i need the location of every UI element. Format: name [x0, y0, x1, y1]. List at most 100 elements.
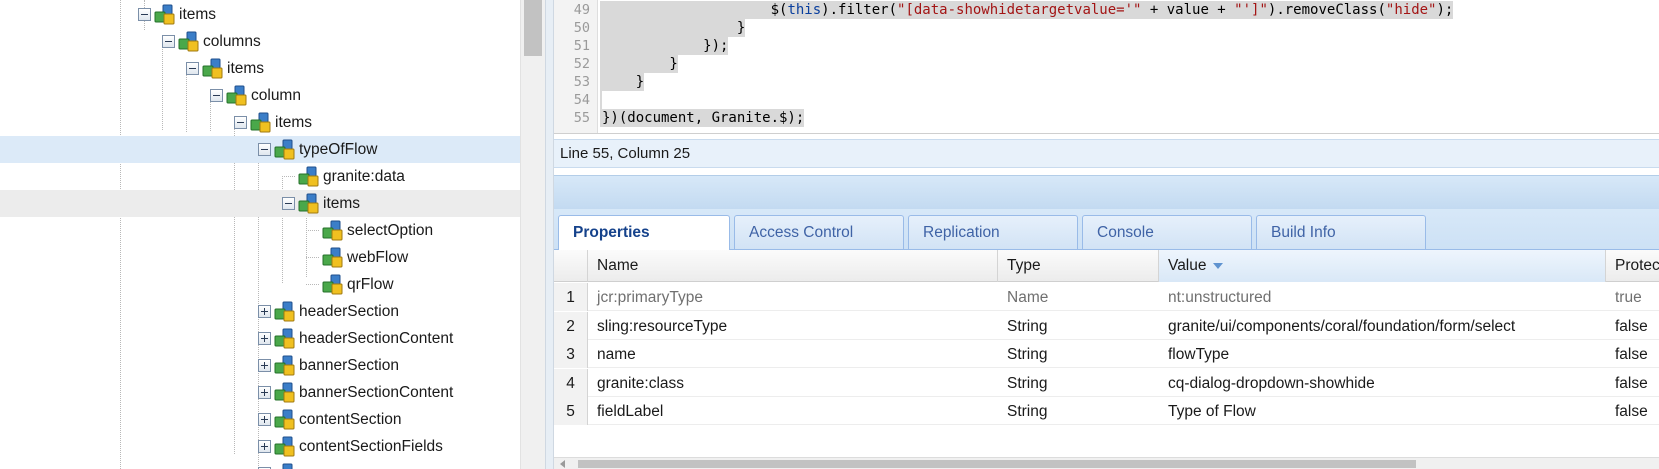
tree-node[interactable]: columns	[162, 28, 261, 55]
tree-node[interactable]: column	[210, 82, 301, 109]
tree-node-label: granite:data	[323, 167, 405, 185]
tree-connector	[282, 176, 295, 177]
property-type: Name	[1007, 289, 1049, 306]
column-header-value[interactable]: Value	[1159, 250, 1606, 282]
tree-node-row[interactable]: bannerSectionContent	[0, 379, 520, 406]
expand-icon[interactable]	[258, 332, 271, 345]
tree-node[interactable]: items	[138, 1, 216, 28]
scroll-left-arrow-icon[interactable]	[560, 460, 565, 468]
code-line[interactable]: 53 }	[554, 73, 1659, 91]
content-tree[interactable]: items columns items column items typeOfFlow gr…	[0, 0, 520, 469]
expand-icon[interactable]	[258, 305, 271, 318]
node-icon	[274, 328, 295, 349]
tree-node[interactable]: contentSectionFields	[258, 433, 443, 460]
tab-access-control[interactable]: Access Control	[734, 215, 904, 249]
collapse-icon[interactable]	[258, 143, 271, 156]
horizontal-scroll-thumb[interactable]	[578, 460, 1416, 468]
tree-node-label: items	[323, 194, 361, 212]
tree-node[interactable]: items	[234, 109, 312, 136]
tree-scrollbar[interactable]	[520, 0, 545, 469]
tree-node[interactable]: selectOption	[306, 217, 433, 244]
collapse-icon[interactable]	[234, 116, 247, 129]
tree-node-row[interactable]	[0, 460, 520, 469]
collapse-icon[interactable]	[210, 89, 223, 102]
tree-node-row[interactable]: bannerSection	[0, 352, 520, 379]
tree-node-row[interactable]: column	[0, 82, 520, 109]
tree-node-row[interactable]: headerSectionContent	[0, 325, 520, 352]
column-header-name[interactable]: Name	[588, 250, 998, 282]
code-editor[interactable]: 49 $(this).filter("[data-showhidetargetv…	[554, 0, 1659, 134]
tree-node-row[interactable]: headerSection	[0, 298, 520, 325]
tree-node[interactable]: bannerSectionContent	[258, 379, 453, 406]
tree-node-label: selectOption	[347, 221, 434, 239]
property-row[interactable]: 5 fieldLabel String Type of Flow false	[554, 397, 1659, 425]
tree-node-row[interactable]: columns	[0, 28, 520, 55]
collapse-icon[interactable]	[186, 62, 199, 75]
tree-node[interactable]: contentSection	[258, 406, 402, 433]
code-line[interactable]: 50 }	[554, 19, 1659, 37]
code-text: }	[600, 19, 746, 37]
tree-node-row[interactable]: typeOfFlow	[0, 136, 520, 163]
column-header-protected[interactable]: Protected	[1606, 250, 1659, 282]
expand-icon[interactable]	[258, 386, 271, 399]
sort-descending-icon	[1212, 262, 1223, 269]
tree-node[interactable]: headerSection	[258, 298, 399, 325]
row-number: 5	[554, 397, 588, 425]
tree-node-row[interactable]: contentSectionFields	[0, 433, 520, 460]
tree-node[interactable]	[258, 460, 299, 469]
tree-node[interactable]: qrFlow	[306, 271, 394, 298]
expand-icon[interactable]	[258, 440, 271, 453]
collapse-icon[interactable]	[138, 8, 151, 21]
tree-connector	[306, 257, 319, 258]
tab-properties[interactable]: Properties	[558, 215, 730, 250]
code-string: "[data-showhidetargetvalue='"	[897, 2, 1142, 18]
tree-node-row[interactable]: items	[0, 190, 520, 217]
property-protected: false	[1615, 317, 1648, 335]
properties-tab-strip: Properties Access Control Replication Co…	[554, 209, 1659, 250]
collapse-icon[interactable]	[162, 35, 175, 48]
grid-horizontal-scrollbar[interactable]	[554, 457, 1659, 469]
tree-node-row[interactable]: webFlow	[0, 244, 520, 271]
property-name: name	[597, 346, 636, 363]
column-header-type[interactable]: Type	[998, 250, 1159, 282]
tree-node[interactable]: items	[282, 190, 360, 217]
property-protected: true	[1615, 289, 1642, 306]
tree-node[interactable]: headerSectionContent	[258, 325, 453, 352]
tree-node-row[interactable]: qrFlow	[0, 271, 520, 298]
tree-node[interactable]: bannerSection	[258, 352, 399, 379]
node-icon	[282, 463, 293, 469]
code-line[interactable]: 55})(document, Granite.$);	[554, 109, 1659, 127]
code-line[interactable]: 52 }	[554, 55, 1659, 73]
tree-connector	[306, 230, 319, 231]
code-text: })(document, Granite.$);	[600, 109, 805, 127]
line-number: 50	[573, 20, 590, 36]
code-token: }	[602, 20, 746, 36]
property-row[interactable]: 4 granite:class String cq-dialog-dropdown-s…	[554, 368, 1659, 397]
tree-scroll-thumb[interactable]	[524, 0, 542, 56]
tree-node[interactable]: typeOfFlow	[258, 136, 377, 163]
tab-build-info[interactable]: Build Info	[1256, 215, 1426, 249]
expand-icon[interactable]	[258, 359, 271, 372]
tab-replication[interactable]: Replication	[908, 215, 1078, 249]
tree-node[interactable]: items	[186, 55, 264, 82]
code-line[interactable]: 54	[554, 91, 1659, 109]
tree-node[interactable]: webFlow	[306, 244, 408, 271]
code-line[interactable]: 49 $(this).filter("[data-showhidetargetv…	[554, 1, 1659, 19]
tree-node-row[interactable]: items	[0, 1, 520, 28]
collapse-icon[interactable]	[282, 197, 295, 210]
property-row[interactable]: 3 name String flowType false	[554, 340, 1659, 368]
code-line[interactable]: 51 });	[554, 37, 1659, 55]
expand-icon[interactable]	[258, 413, 271, 426]
code-token: })(document, Granite.$);	[602, 110, 805, 126]
tab-console[interactable]: Console	[1082, 215, 1252, 249]
tree-node-row[interactable]: selectOption	[0, 217, 520, 244]
tree-node[interactable]: granite:data	[282, 163, 405, 190]
code-text: }	[600, 73, 645, 91]
property-row[interactable]: 1 jcr:primaryType Name nt:unstructured true	[554, 283, 1659, 311]
tree-node-row[interactable]: items	[0, 55, 520, 82]
tree-node-row[interactable]: granite:data	[0, 163, 520, 190]
panel-splitter[interactable]	[545, 0, 554, 469]
property-row[interactable]: 2 sling:resourceType String granite/ui/comp…	[554, 311, 1659, 340]
tree-node-row[interactable]: items	[0, 109, 520, 136]
tree-node-row[interactable]: contentSection	[0, 406, 520, 433]
